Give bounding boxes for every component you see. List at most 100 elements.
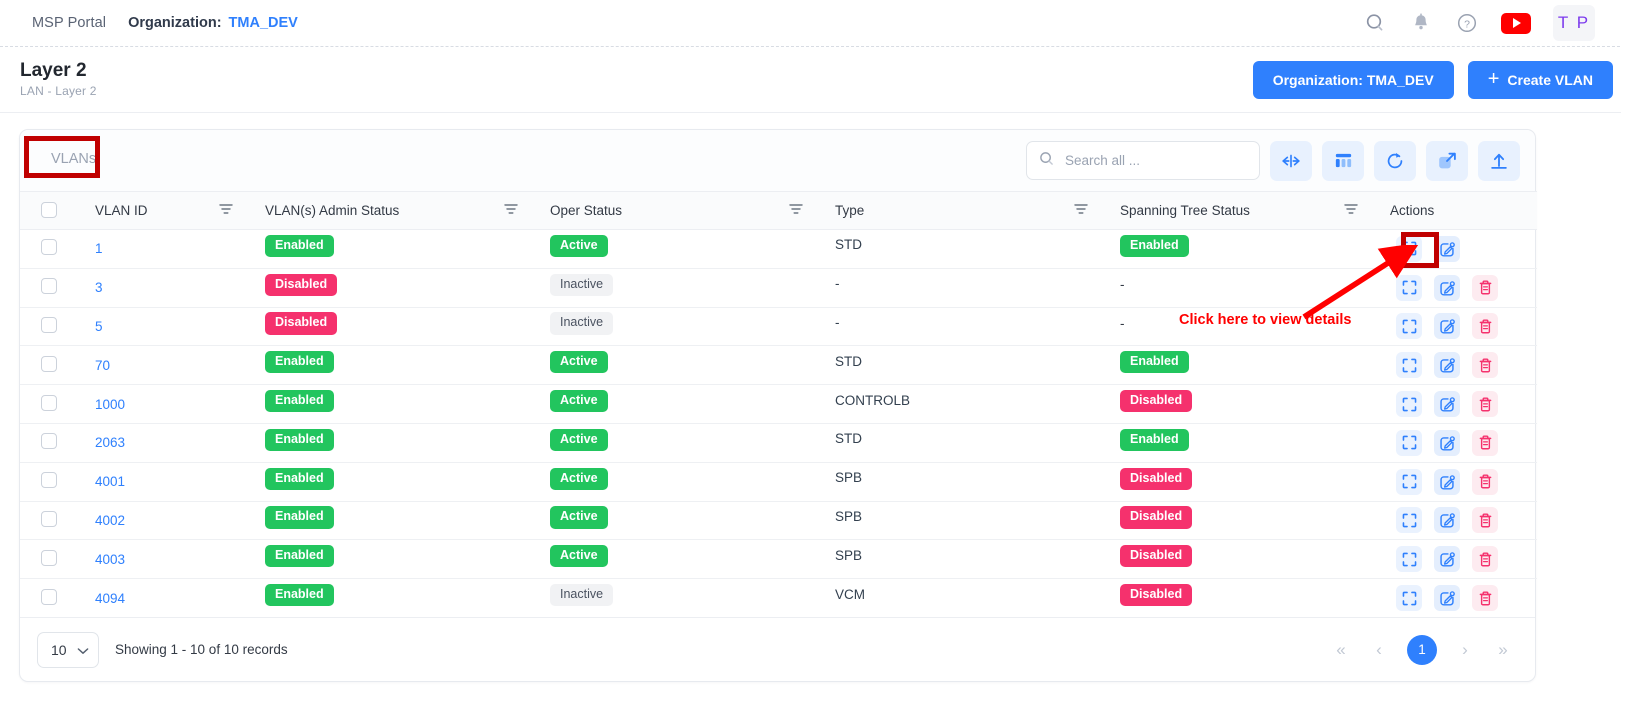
select-all-checkbox[interactable] [41,202,57,218]
vlan-id-link[interactable]: 5 [77,319,103,334]
row-checkbox[interactable] [41,395,57,411]
row-checkbox[interactable] [41,317,57,333]
msp-portal-label[interactable]: MSP Portal [32,15,106,31]
fit-columns-icon[interactable] [1270,141,1312,181]
row-checkbox[interactable] [41,511,57,527]
row-checkbox[interactable] [41,356,57,372]
view-details-icon[interactable] [1396,391,1422,417]
edit-icon[interactable] [1434,391,1460,417]
edit-icon[interactable] [1434,352,1460,378]
row-select-cell [20,501,77,540]
page-scrollbar[interactable] [1621,0,1635,708]
edit-icon[interactable] [1434,430,1460,456]
edit-icon[interactable] [1434,469,1460,495]
vlan-id-link[interactable]: 1000 [77,397,125,412]
export-upload-icon[interactable] [1478,141,1520,181]
last-page-button[interactable]: » [1493,640,1513,660]
admin-status-badge: Enabled [265,235,334,257]
row-checkbox[interactable] [41,433,57,449]
page-header-actions: Organization: TMA_DEV + Create VLAN [1253,61,1613,99]
delete-icon[interactable] [1472,507,1498,533]
table-row: 4002 Enabled Active SPB Disabled [20,501,1537,540]
admin-status-badge: Enabled [265,429,334,451]
delete-icon[interactable] [1472,313,1498,339]
stp-status-badge: Enabled [1120,351,1189,373]
row-checkbox[interactable] [41,550,57,566]
edit-icon[interactable] [1434,585,1460,611]
view-details-icon[interactable] [1396,546,1422,572]
vlan-id-link[interactable]: 1 [77,241,103,256]
edit-icon[interactable] [1434,313,1460,339]
create-vlan-button[interactable]: + Create VLAN [1468,61,1613,99]
delete-icon[interactable] [1472,275,1498,301]
vlan-id-link[interactable]: 4003 [77,552,125,567]
tab-vlans[interactable]: VLANs [37,145,110,177]
page-number-1[interactable]: 1 [1407,635,1437,665]
first-page-button[interactable]: « [1331,640,1351,660]
avatar[interactable]: T P [1553,5,1595,41]
cell-stp-status: Disabled [1102,579,1372,618]
table-row: 70 Enabled Active STD Enabled [20,346,1537,385]
stp-status-badge: Disabled [1120,390,1192,412]
vlan-id-link[interactable]: 2063 [77,435,125,450]
delete-icon[interactable] [1472,391,1498,417]
view-details-icon[interactable] [1396,236,1422,262]
delete-icon[interactable] [1472,585,1498,611]
delete-icon[interactable] [1472,430,1498,456]
delete-icon[interactable] [1472,352,1498,378]
view-details-icon[interactable] [1396,275,1422,301]
row-checkbox[interactable] [41,589,57,605]
cell-stp-status: Disabled [1102,540,1372,579]
expand-fullscreen-icon[interactable] [1426,141,1468,181]
page-size-value: 10 [51,642,67,658]
prev-page-button[interactable]: ‹ [1369,640,1389,660]
row-checkbox[interactable] [41,472,57,488]
column-settings-icon[interactable] [1322,141,1364,181]
row-checkbox[interactable] [41,239,57,255]
admin-status-badge: Enabled [265,584,334,606]
edit-icon[interactable] [1434,275,1460,301]
vlan-id-link[interactable]: 4002 [77,513,125,528]
cell-stp-status: - [1102,268,1372,307]
page-size-select[interactable]: 10 [37,632,99,668]
organization-value[interactable]: TMA_DEV [229,15,298,31]
youtube-icon[interactable] [1501,13,1531,34]
edit-icon[interactable] [1434,507,1460,533]
delete-icon[interactable] [1472,546,1498,572]
view-details-icon[interactable] [1396,585,1422,611]
column-header-actions: Actions [1372,192,1537,230]
row-select-cell [20,579,77,618]
filter-icon[interactable] [789,203,803,218]
refresh-icon[interactable] [1374,141,1416,181]
filter-icon[interactable] [1074,203,1088,218]
cell-admin-status: Enabled [247,462,532,501]
search-icon[interactable] [1363,11,1387,35]
view-details-icon[interactable] [1396,430,1422,456]
filter-icon[interactable] [219,203,233,218]
vlan-id-link[interactable]: 70 [77,358,110,373]
vlan-id-link[interactable]: 3 [77,280,103,295]
view-details-icon[interactable] [1396,352,1422,378]
filter-icon[interactable] [504,203,518,218]
row-checkbox[interactable] [41,278,57,294]
search-box[interactable] [1026,141,1260,180]
next-page-button[interactable]: › [1455,640,1475,660]
organization-button[interactable]: Organization: TMA_DEV [1253,61,1454,99]
help-icon[interactable]: ? [1455,11,1479,35]
vlan-id-link[interactable]: 4001 [77,474,125,489]
cell-vlan-id: 3 [77,268,247,307]
search-input[interactable] [1063,152,1247,169]
edit-icon[interactable] [1434,236,1460,262]
type-value: STD [817,354,862,369]
edit-icon[interactable] [1434,546,1460,572]
vlan-id-link[interactable]: 4094 [77,591,125,606]
column-header-type: Type [817,192,1102,230]
view-details-icon[interactable] [1396,507,1422,533]
column-label-admin-status: VLAN(s) Admin Status [247,203,504,218]
bell-icon[interactable] [1409,11,1433,35]
tab-active-underline [51,174,96,177]
view-details-icon[interactable] [1396,469,1422,495]
filter-icon[interactable] [1344,203,1358,218]
delete-icon[interactable] [1472,469,1498,495]
view-details-icon[interactable] [1396,313,1422,339]
